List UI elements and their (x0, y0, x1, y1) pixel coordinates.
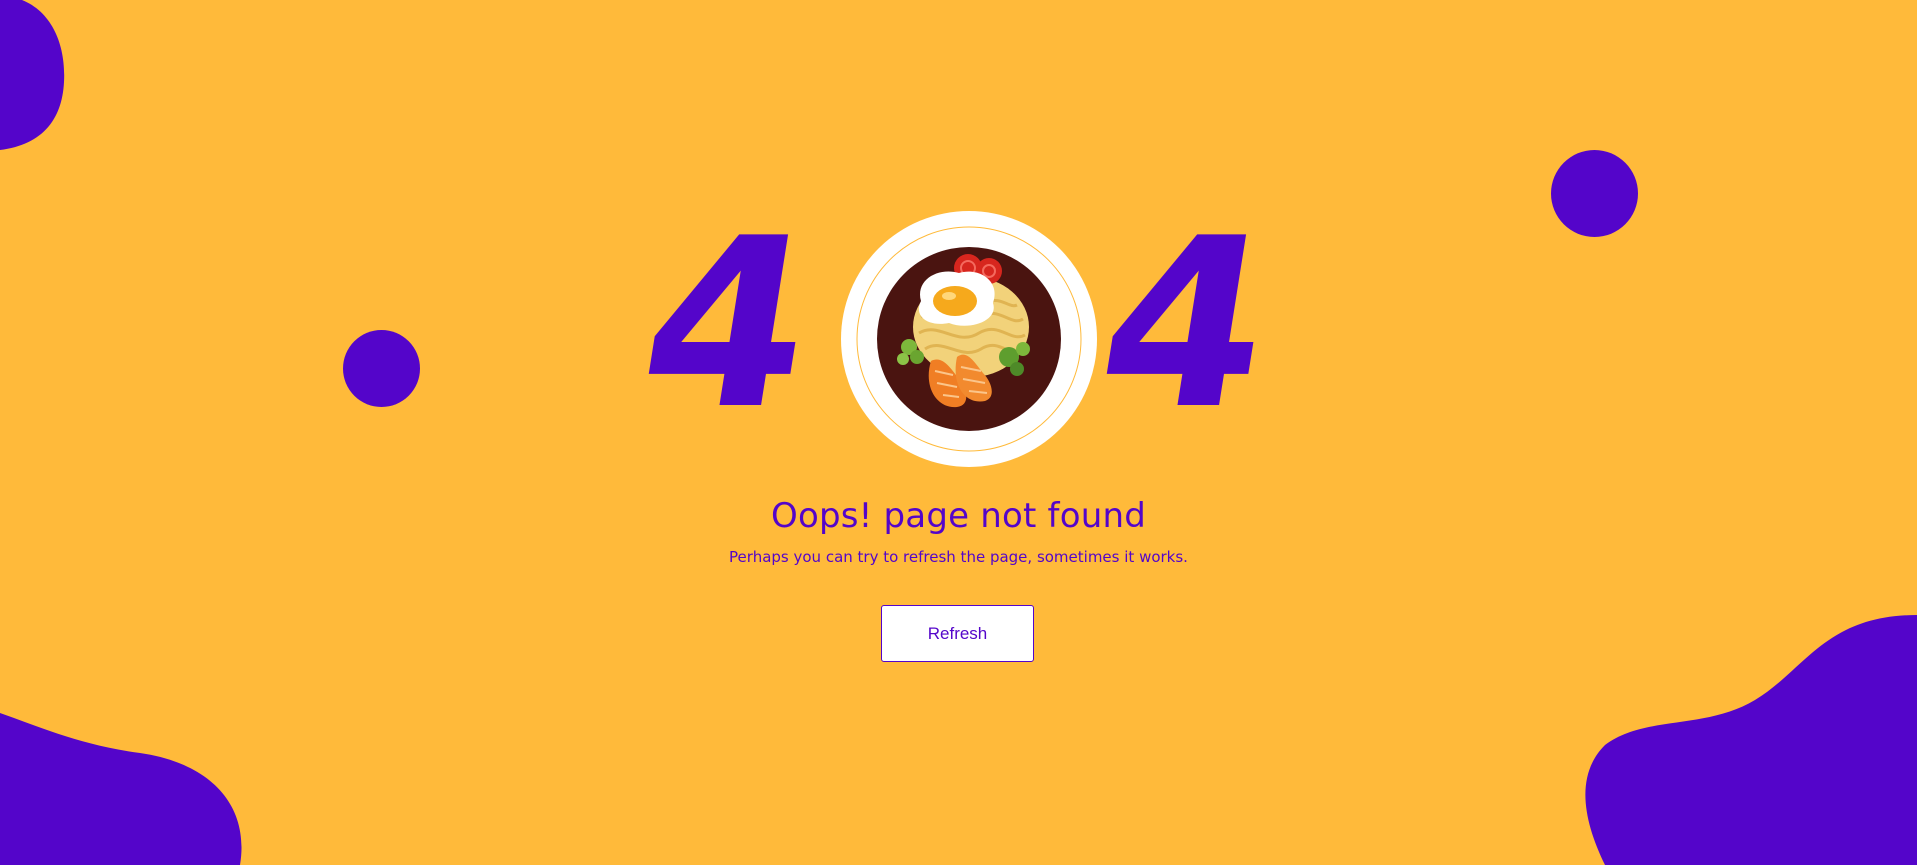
page-subtitle: Perhaps you can try to refresh the page,… (729, 548, 1188, 566)
bottom-right-blob (1585, 615, 1917, 865)
refresh-button[interactable]: Refresh (881, 605, 1034, 662)
food-plate-illustration (839, 209, 1099, 469)
page-title: Oops! page not found (771, 496, 1146, 536)
top-left-blob (0, 0, 65, 150)
bottom-left-blob (0, 713, 242, 865)
error-digit-left: 4 (624, 189, 827, 461)
error-digit-right: 4 (1082, 189, 1285, 461)
